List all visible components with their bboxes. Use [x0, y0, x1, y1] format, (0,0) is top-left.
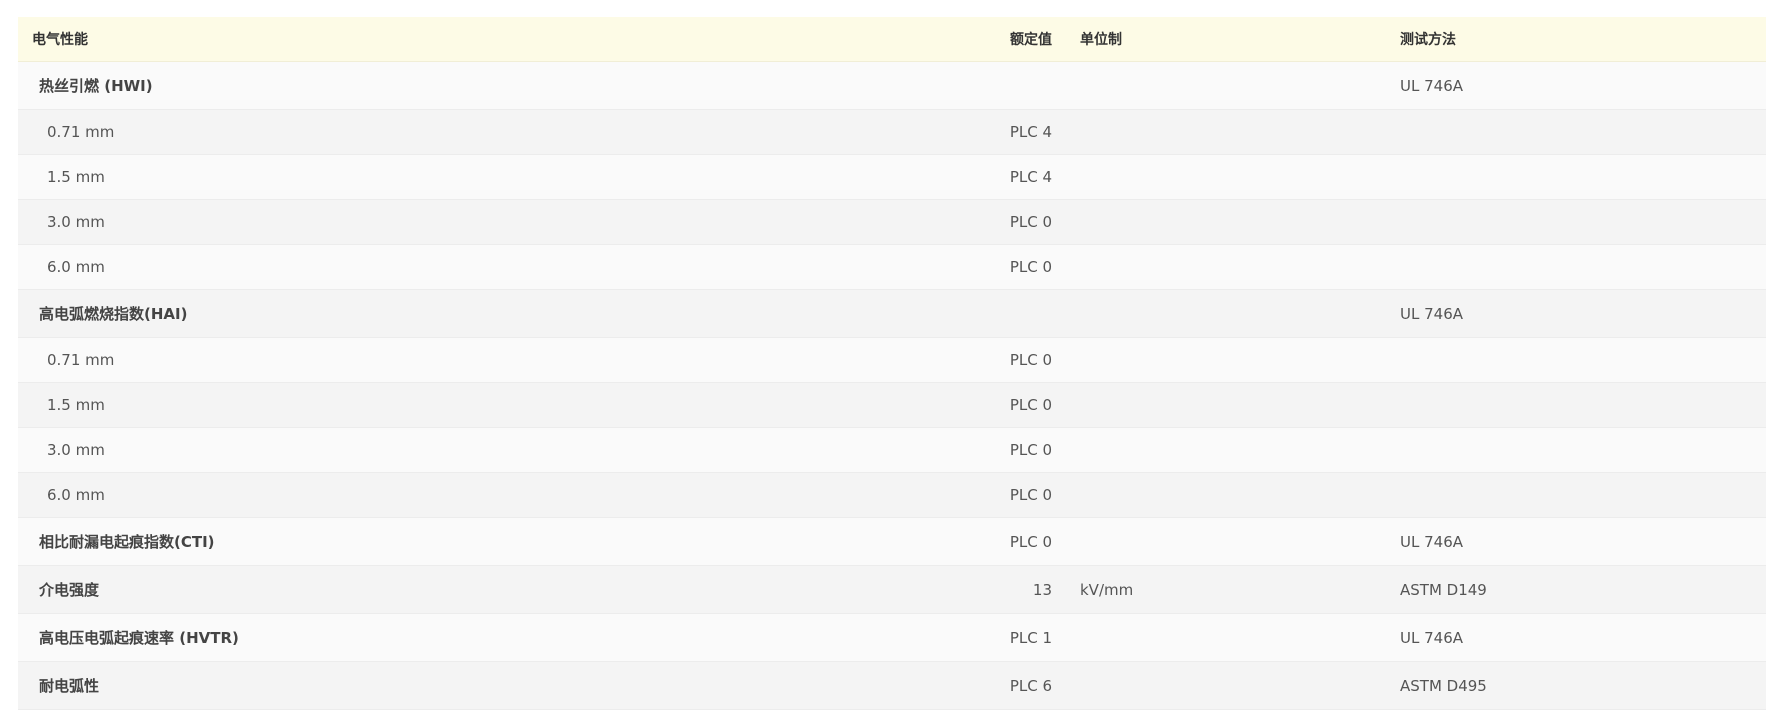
cell-rated: PLC 0	[1009, 486, 1052, 504]
cell-rated: PLC 0	[1009, 258, 1052, 276]
table-row: 3.0 mm PLC 0	[18, 200, 1766, 245]
cell-method: UL 746A	[1400, 628, 1463, 647]
cell-method: UL 746A	[1400, 304, 1463, 323]
cell-rated: PLC 0	[1009, 532, 1052, 551]
table-header: 电气性能 额定值 单位制 测试方法	[18, 17, 1766, 62]
cell-property: 高电压电弧起痕速率 (HVTR)	[39, 629, 239, 647]
table-row: 1.5 mm PLC 4	[18, 155, 1766, 200]
cell-rated: PLC 4	[1009, 123, 1052, 141]
cell-rated: PLC 1	[1009, 628, 1052, 647]
table-body: 热丝引燃 (HWI) UL 746A 0.71 mm PLC 4 1.5 mm PLC 4…	[18, 62, 1766, 710]
table-row: 6.0 mm PLC 0	[18, 245, 1766, 290]
header-rated: 额定值	[1010, 32, 1052, 48]
table-row: 高电压电弧起痕速率 (HVTR) PLC 1 UL 746A	[18, 614, 1766, 662]
cell-property: 1.5 mm	[47, 396, 105, 414]
cell-property: 相比耐漏电起痕指数(CTI)	[39, 533, 215, 551]
cell-rated: PLC 0	[1009, 441, 1052, 459]
cell-rated: PLC 6	[1009, 676, 1052, 695]
table-row: 热丝引燃 (HWI) UL 746A	[18, 62, 1766, 110]
cell-method: ASTM D149	[1400, 580, 1487, 599]
table-row: 1.5 mm PLC 0	[18, 383, 1766, 428]
header-method: 测试方法	[1400, 32, 1456, 48]
table-row: 0.71 mm PLC 0	[18, 338, 1766, 383]
cell-rated: PLC 0	[1009, 396, 1052, 414]
cell-property: 6.0 mm	[47, 258, 105, 276]
table-row: 3.0 mm PLC 0	[18, 428, 1766, 473]
table-row: 耐电弧性 PLC 6 ASTM D495	[18, 662, 1766, 710]
cell-property: 6.0 mm	[47, 486, 105, 504]
cell-method: UL 746A	[1400, 76, 1463, 95]
cell-property: 0.71 mm	[47, 351, 115, 369]
table-row: 0.71 mm PLC 4	[18, 110, 1766, 155]
cell-property: 3.0 mm	[47, 441, 105, 459]
cell-rated: PLC 0	[1009, 213, 1052, 231]
header-unit: 单位制	[1080, 32, 1122, 48]
cell-property: 热丝引燃 (HWI)	[39, 77, 153, 95]
table-row: 高电弧燃烧指数(HAI) UL 746A	[18, 290, 1766, 338]
cell-rated: 13	[1032, 580, 1052, 599]
cell-method: ASTM D495	[1400, 676, 1487, 695]
cell-property: 1.5 mm	[47, 168, 105, 186]
table-row: 介电强度 13 kV/mm ASTM D149	[18, 566, 1766, 614]
cell-method: UL 746A	[1400, 532, 1463, 551]
table-row: 相比耐漏电起痕指数(CTI) PLC 0 UL 746A	[18, 518, 1766, 566]
cell-property: 耐电弧性	[39, 677, 100, 695]
table-row: 6.0 mm PLC 0	[18, 473, 1766, 518]
cell-property: 3.0 mm	[47, 213, 105, 231]
cell-rated: PLC 4	[1009, 168, 1052, 186]
cell-property: 0.71 mm	[47, 123, 115, 141]
cell-rated: PLC 0	[1009, 351, 1052, 369]
electrical-properties-table: 电气性能 额定值 单位制 测试方法 热丝引燃 (HWI) UL 746A 0.71 …	[18, 17, 1766, 710]
cell-property: 高电弧燃烧指数(HAI)	[39, 305, 188, 323]
cell-unit: kV/mm	[1080, 580, 1134, 599]
cell-property: 介电强度	[39, 581, 100, 599]
header-property: 电气性能	[32, 32, 88, 48]
